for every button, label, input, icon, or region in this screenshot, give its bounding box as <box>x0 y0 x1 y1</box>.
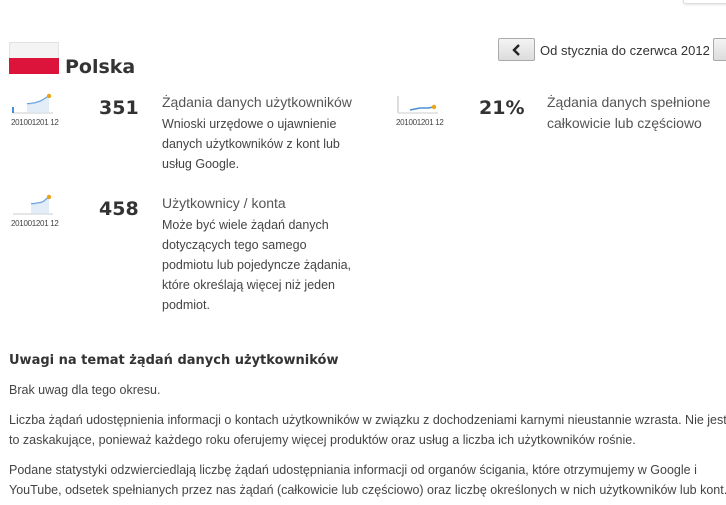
requests-description: Wnioski urzędowe o ujawnienie danych uży… <box>162 117 340 171</box>
accounts-sparkline-icon: 201001201 12 <box>11 194 59 230</box>
accounts-title: Użytkownicy / konta <box>162 195 286 211</box>
chevron-left-icon <box>511 43 520 56</box>
next-period-button[interactable] <box>713 38 726 61</box>
requests-value: 351 <box>99 97 139 119</box>
notes-paragraph-1: Brak uwag dla tego okresu. <box>9 383 161 397</box>
notes-heading: Uwagi na temat żądań danych użytkowników <box>9 353 339 368</box>
requests-sparkline-icon: 201001201 12 <box>11 93 59 129</box>
accounts-value: 458 <box>99 198 139 220</box>
top-tab[interactable] <box>683 0 726 4</box>
country-name: Polska <box>65 56 136 78</box>
complied-sparkline-icon: 201001201 12 <box>396 93 444 129</box>
previous-period-button[interactable] <box>498 38 535 61</box>
requests-spark-years: 201001201 12 <box>11 118 59 127</box>
period-label: Od stycznia do czerwca 2012 <box>540 43 710 58</box>
accounts-spark-years: 201001201 12 <box>11 219 59 228</box>
notes-paragraph-2: Liczba żądań udostępnienia informacji o … <box>9 413 726 447</box>
complied-value: 21% <box>479 97 525 119</box>
complied-title: Żądania danych spełnione całkowicie lub … <box>547 94 711 131</box>
requests-title: Żądania danych użytkowników <box>162 94 352 110</box>
complied-spark-years: 201001201 12 <box>396 118 444 127</box>
flag-poland-icon <box>9 42 59 74</box>
accounts-description: Może być wiele żądań danych dotyczących … <box>162 218 352 312</box>
notes-paragraph-3: Podane statystyki odzwierciedlają liczbę… <box>9 463 726 497</box>
